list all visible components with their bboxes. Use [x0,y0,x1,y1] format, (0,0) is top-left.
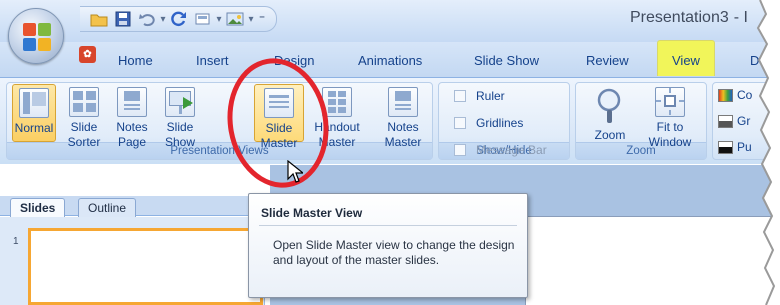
tab-developer[interactable]: De [750,53,767,68]
color-label: Co [737,88,753,102]
tab-outline[interactable]: Outline [78,198,137,217]
magnifier-icon [593,86,627,126]
quick-access-toolbar: ▾ ▾ ▾ ⁼ [80,6,277,32]
checkbox-box [454,144,466,156]
button-label: Normal [14,121,54,135]
slide-canvas[interactable] [525,216,780,305]
checkbox-box [454,90,466,102]
normal-view-icon [19,88,49,118]
picture-dropdown-icon[interactable]: ▾ [248,14,254,25]
tooltip-title: Slide Master View [261,206,363,220]
document-name: Presentation3 [630,9,729,26]
checkbox-label: Message Bar [476,143,547,157]
grayscale-option[interactable]: Gr [718,114,750,128]
slide-sorter-button[interactable]: Slide Sorter [62,87,106,150]
customize-qat-icon[interactable]: ⁼ [256,12,268,26]
button-label: Show [164,135,196,149]
zoom-button[interactable]: Zoom [585,86,635,143]
powerpoint-window: ▾ ▾ ▾ ⁼ Presentation3- I ✿ Home Insert D… [0,0,780,305]
notes-master-button[interactable]: Notes Master [378,87,428,150]
checkbox-label: Gridlines [476,116,524,130]
black-white-swatch-icon [718,140,733,154]
button-label: Fit to [656,120,684,134]
button-label: Page [117,135,147,149]
button-label: Notes [116,120,148,134]
new-slide-icon[interactable] [192,8,214,30]
office-button[interactable] [8,8,64,64]
office-logo-icon [23,23,51,51]
undo-dropdown-icon[interactable]: ▾ [160,14,166,25]
button-label: Notes [387,120,419,134]
tab-insert[interactable]: Insert [196,53,229,68]
notes-master-icon [388,87,418,117]
button-label: Sorter [67,135,101,149]
color-option[interactable]: Co [718,88,752,102]
color-swatch-icon [718,88,733,102]
slide-sorter-icon [69,87,99,117]
tab-view[interactable]: View [672,53,700,68]
grayscale-swatch-icon [718,114,733,128]
tooltip-body: Open Slide Master view to change the des… [273,238,515,267]
message-bar-checkbox[interactable]: Message Bar [454,143,547,157]
notes-page-button[interactable]: Notes Page [110,87,154,150]
tab-home[interactable]: Home [118,53,153,68]
tab-review[interactable]: Review [586,53,629,68]
mouse-cursor-icon [287,160,303,183]
button-label: Zoom [594,128,626,142]
save-icon[interactable] [112,8,134,30]
undo-icon[interactable] [136,8,158,30]
checkbox-label: Ruler [476,89,505,103]
color-label: Gr [737,114,751,128]
tooltip-divider [259,225,517,226]
tab-slides[interactable]: Slides [10,198,66,217]
normal-view-button[interactable]: Normal [12,84,56,142]
gridlines-checkbox[interactable]: Gridlines [454,116,523,130]
pure-black-white-option[interactable]: Pu [718,140,752,154]
new-slide-dropdown-icon[interactable]: ▾ [216,14,222,25]
open-folder-icon[interactable] [88,8,110,30]
button-label: Slide [70,120,98,134]
notes-page-icon [117,87,147,117]
application-name: - I [733,9,748,26]
button-label: Window [648,135,692,149]
addin-tab-icon[interactable]: ✿ [79,46,96,63]
color-label: Pu [737,140,752,154]
checkbox-box [454,117,466,129]
fit-to-window-button[interactable]: Fit to Window [640,87,700,150]
picture-icon[interactable] [224,8,246,30]
slide-number: 1 [13,236,19,247]
tooltip: Slide Master View Open Slide Master view… [248,193,528,298]
button-label: Master [384,135,422,149]
slide-show-button[interactable]: Slide Show [158,87,202,150]
button-label: Slide [166,120,194,134]
slide-show-icon [165,87,195,117]
slide-thumbnail[interactable] [28,228,263,305]
title-bar: ▾ ▾ ▾ ⁼ Presentation3 - I [0,0,780,42]
window-title: Presentation3 - I [630,9,748,27]
tab-animations[interactable]: Animations [358,53,422,68]
tab-slide-show[interactable]: Slide Show [474,53,539,68]
redo-icon[interactable] [168,8,190,30]
fit-to-window-icon [655,87,685,117]
ruler-checkbox[interactable]: Ruler [454,89,505,103]
